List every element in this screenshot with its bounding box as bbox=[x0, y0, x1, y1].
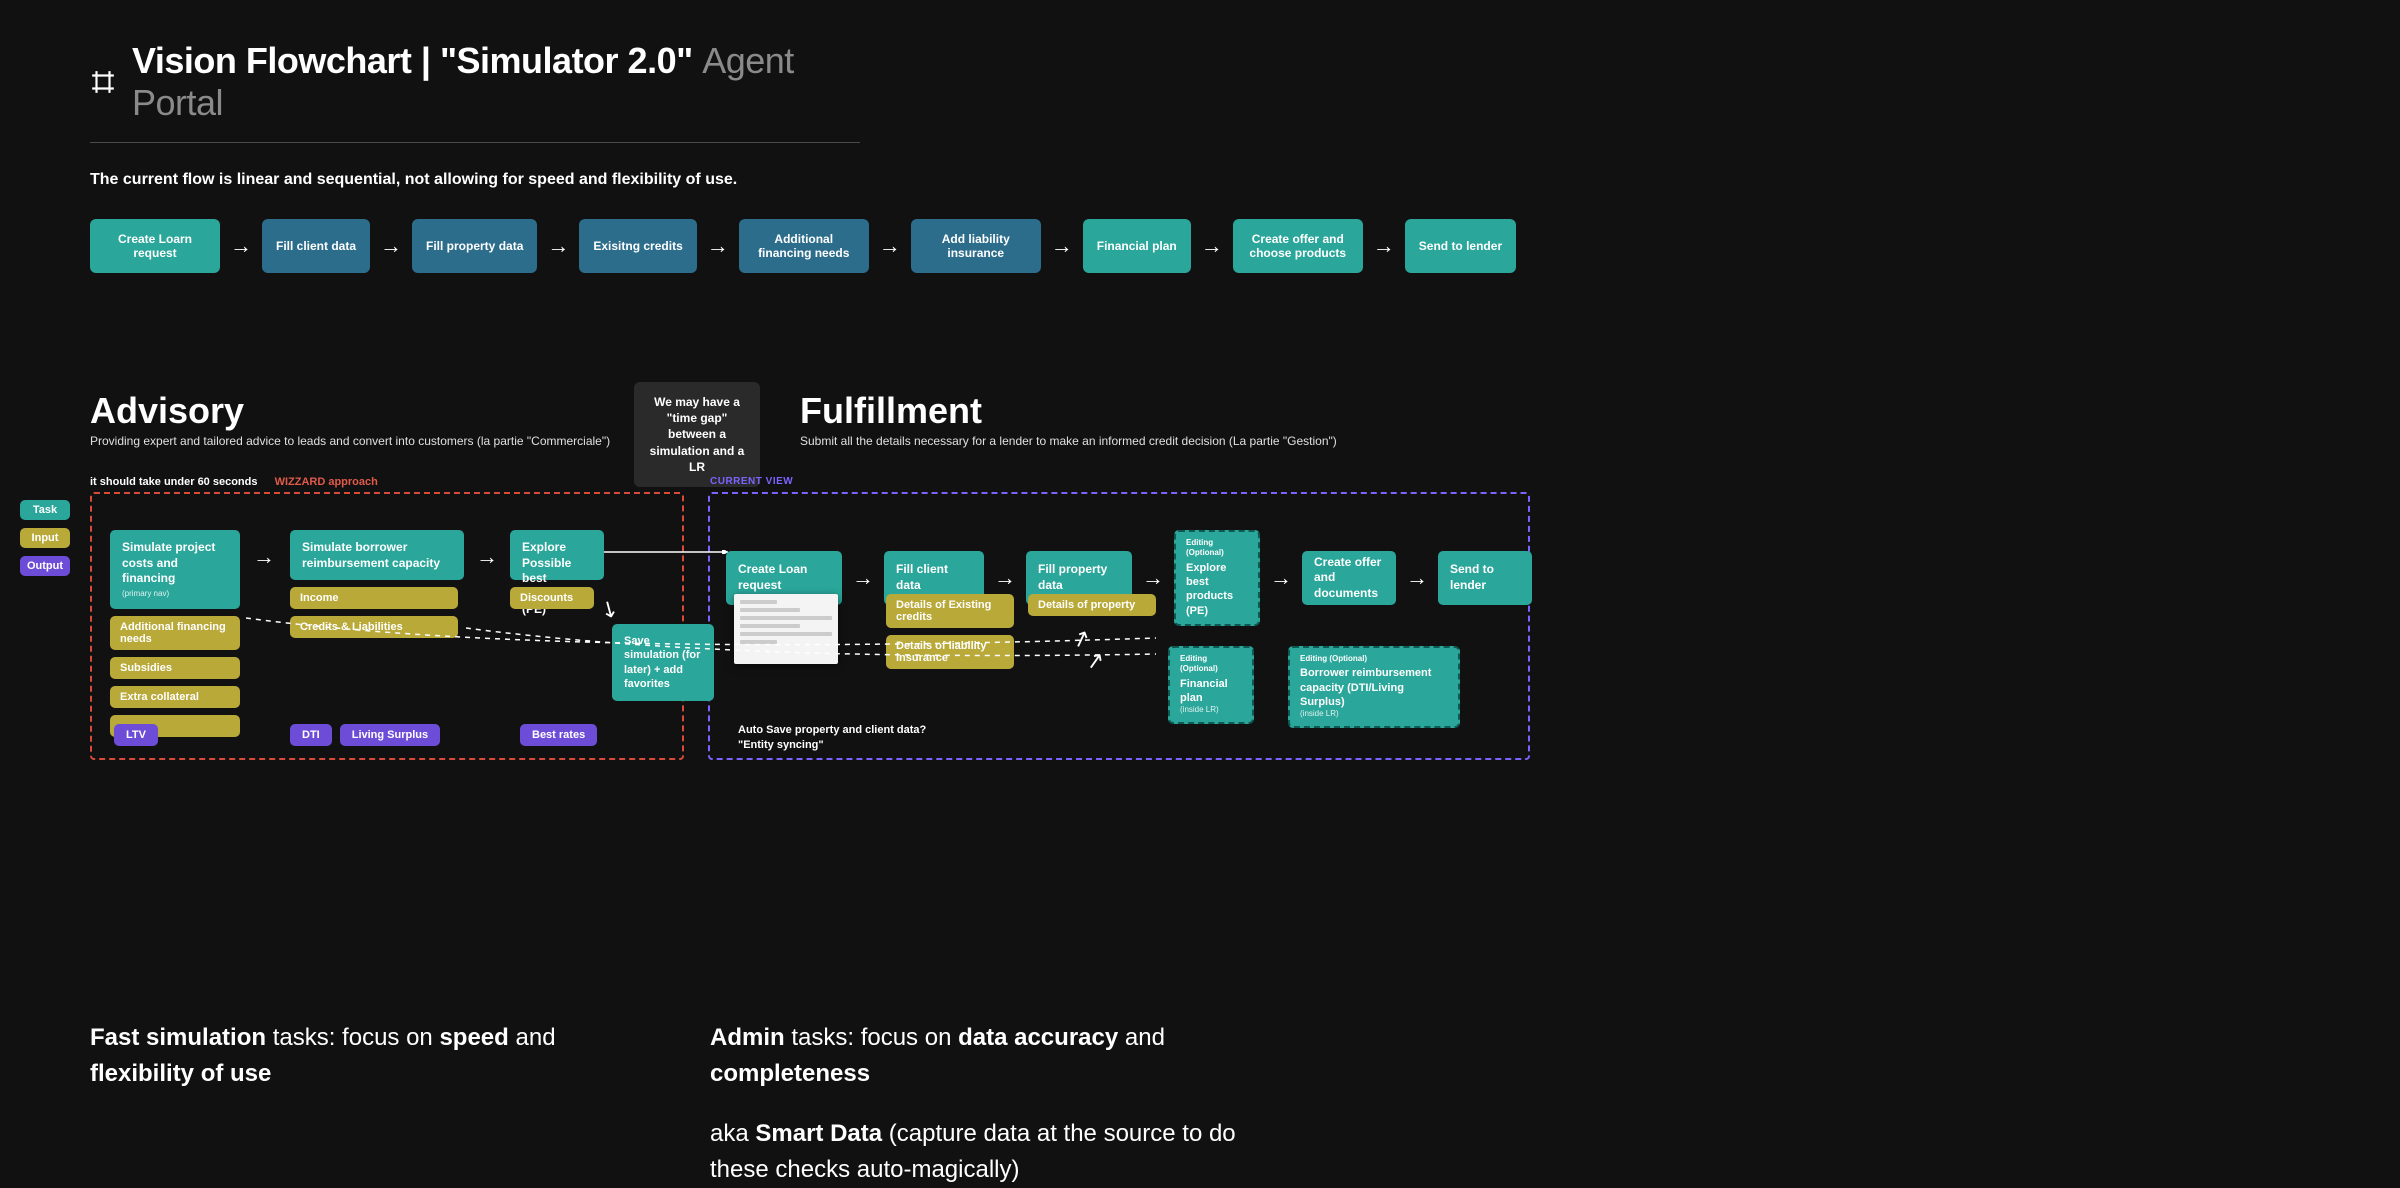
flow-step: Exisitng credits bbox=[579, 219, 696, 273]
input-credits-liabilities: Credits & Liabilities bbox=[290, 616, 458, 638]
output-best-rates: Best rates bbox=[520, 724, 597, 746]
intro-text: The current flow is linear and sequentia… bbox=[90, 171, 2310, 189]
output-dti: DTI bbox=[290, 724, 332, 746]
frame-icon bbox=[90, 69, 116, 95]
arrow-icon: → bbox=[1051, 233, 1073, 259]
legend-task: Task bbox=[20, 500, 70, 520]
task-financial-plan-opt: Editing (Optional) Financial plan (insid… bbox=[1168, 646, 1254, 724]
arrow-icon: → bbox=[253, 544, 275, 570]
title-main: Vision Flowchart | "Simulator 2.0" bbox=[132, 40, 693, 81]
output-living-surplus: Living Surplus bbox=[340, 724, 440, 746]
adv-col-1: Simulate project costs and financing (pr… bbox=[110, 530, 240, 737]
task-create-offer: Create offer and documents bbox=[1302, 551, 1396, 605]
fulfillment-desc: Submit all the details necessary for a l… bbox=[800, 434, 1337, 448]
adv-col-3: Explore Possible best products (PE) Disc… bbox=[510, 530, 604, 609]
hint-text: it should take under 60 seconds bbox=[90, 476, 258, 488]
arrow-icon: → bbox=[1142, 565, 1164, 591]
advisory-heading-block: Advisory Providing expert and tailored a… bbox=[90, 390, 610, 448]
arrow-icon: → bbox=[852, 565, 874, 591]
advisory-heading: Advisory bbox=[90, 390, 610, 432]
output-ltv: LTV bbox=[114, 724, 158, 746]
arrow-icon: → bbox=[1406, 565, 1428, 591]
gap-note: We may have a "time gap" between a simul… bbox=[634, 382, 760, 487]
input-discounts: Discounts bbox=[510, 587, 594, 609]
fulfillment-heading: Fulfillment bbox=[800, 390, 1337, 432]
legend: Task Input Output bbox=[20, 500, 70, 576]
arrow-icon: → bbox=[380, 233, 402, 259]
flow-step: Additional financing needs bbox=[739, 219, 869, 273]
flow-step: Fill property data bbox=[412, 219, 537, 273]
input-subsidies: Subsidies bbox=[110, 657, 240, 679]
flow-step: Create Loarn request bbox=[90, 219, 220, 273]
flow-step: Create offer and choose products bbox=[1233, 219, 1363, 273]
flow-step: Send to lender bbox=[1405, 219, 1516, 273]
arrow-icon: → bbox=[707, 233, 729, 259]
flow-step: Fill client data bbox=[262, 219, 370, 273]
arrow-icon: → bbox=[476, 544, 498, 570]
arrow-icon: → bbox=[994, 565, 1016, 591]
arrow-icon: → bbox=[1270, 565, 1292, 591]
arrow-icon: → bbox=[879, 233, 901, 259]
adv-col-2: Simulate borrower reimbursement capacity… bbox=[290, 530, 464, 638]
task-save-simulation: Save simulation (for later) + add favori… bbox=[612, 624, 714, 701]
page-header: Vision Flowchart | "Simulator 2.0" Agent… bbox=[90, 40, 860, 143]
input-existing-credits: Details of Existing credits bbox=[886, 594, 1014, 628]
ful-property-inputs: Details of property bbox=[1028, 594, 1156, 616]
input-property-details: Details of property bbox=[1028, 594, 1156, 616]
adv-col3-outputs: Best rates bbox=[520, 724, 597, 746]
arrow-icon: → bbox=[1201, 233, 1223, 259]
legend-output: Output bbox=[20, 556, 70, 576]
screenshot-thumbnail bbox=[734, 594, 838, 664]
input-additional-financing: Additional financing needs bbox=[110, 616, 240, 650]
legend-input: Input bbox=[20, 528, 70, 548]
input-extra-collateral: Extra collateral bbox=[110, 686, 240, 708]
bottom-right-text: Admin tasks: focus on data accuracy and … bbox=[710, 1020, 1290, 1188]
task-send-lender: Send to lender bbox=[1438, 551, 1532, 605]
ful-client-inputs: Details of Existing credits Details of l… bbox=[886, 594, 1014, 669]
fulfillment-heading-block: Fulfillment Submit all the details neces… bbox=[800, 390, 1337, 448]
input-income: Income bbox=[290, 587, 458, 609]
linear-flow: Create Loarn request → Fill client data → Fi… bbox=[90, 219, 2310, 273]
task-borrower-capacity-opt: Editing (Optional) Borrower reimbursemen… bbox=[1288, 646, 1460, 728]
page-title: Vision Flowchart | "Simulator 2.0" Agent… bbox=[132, 40, 860, 124]
bottom-left-text: Fast simulation tasks: focus on speed an… bbox=[90, 1020, 650, 1092]
advisory-hint: it should take under 60 seconds WIZZARD … bbox=[90, 476, 378, 488]
arrow-icon: → bbox=[230, 233, 252, 259]
auto-save-note: Auto Save property and client data? "Ent… bbox=[738, 723, 926, 753]
wizzard-label: WIZZARD approach bbox=[275, 476, 378, 488]
task-explore-products-opt: Editing (Optional) Explore best products… bbox=[1174, 530, 1260, 626]
flow-step: Add liability insurance bbox=[911, 219, 1041, 273]
advisory-desc: Providing expert and tailored advice to … bbox=[90, 434, 610, 448]
arrow-icon: → bbox=[1373, 233, 1395, 259]
task-simulate-project: Simulate project costs and financing (pr… bbox=[110, 530, 240, 609]
input-liability-insurance: Details of liability insurance bbox=[886, 635, 1014, 669]
arrow-icon: → bbox=[547, 233, 569, 259]
adv-col1-outputs: LTV bbox=[114, 724, 158, 746]
flow-step: Financial plan bbox=[1083, 219, 1191, 273]
current-view-label: CURRENT VIEW bbox=[710, 476, 793, 487]
task-explore-products: Explore Possible best products (PE) bbox=[510, 530, 604, 580]
task-simulate-capacity: Simulate borrower reimbursement capacity bbox=[290, 530, 464, 580]
adv-col2-outputs: DTI Living Surplus bbox=[290, 724, 440, 746]
